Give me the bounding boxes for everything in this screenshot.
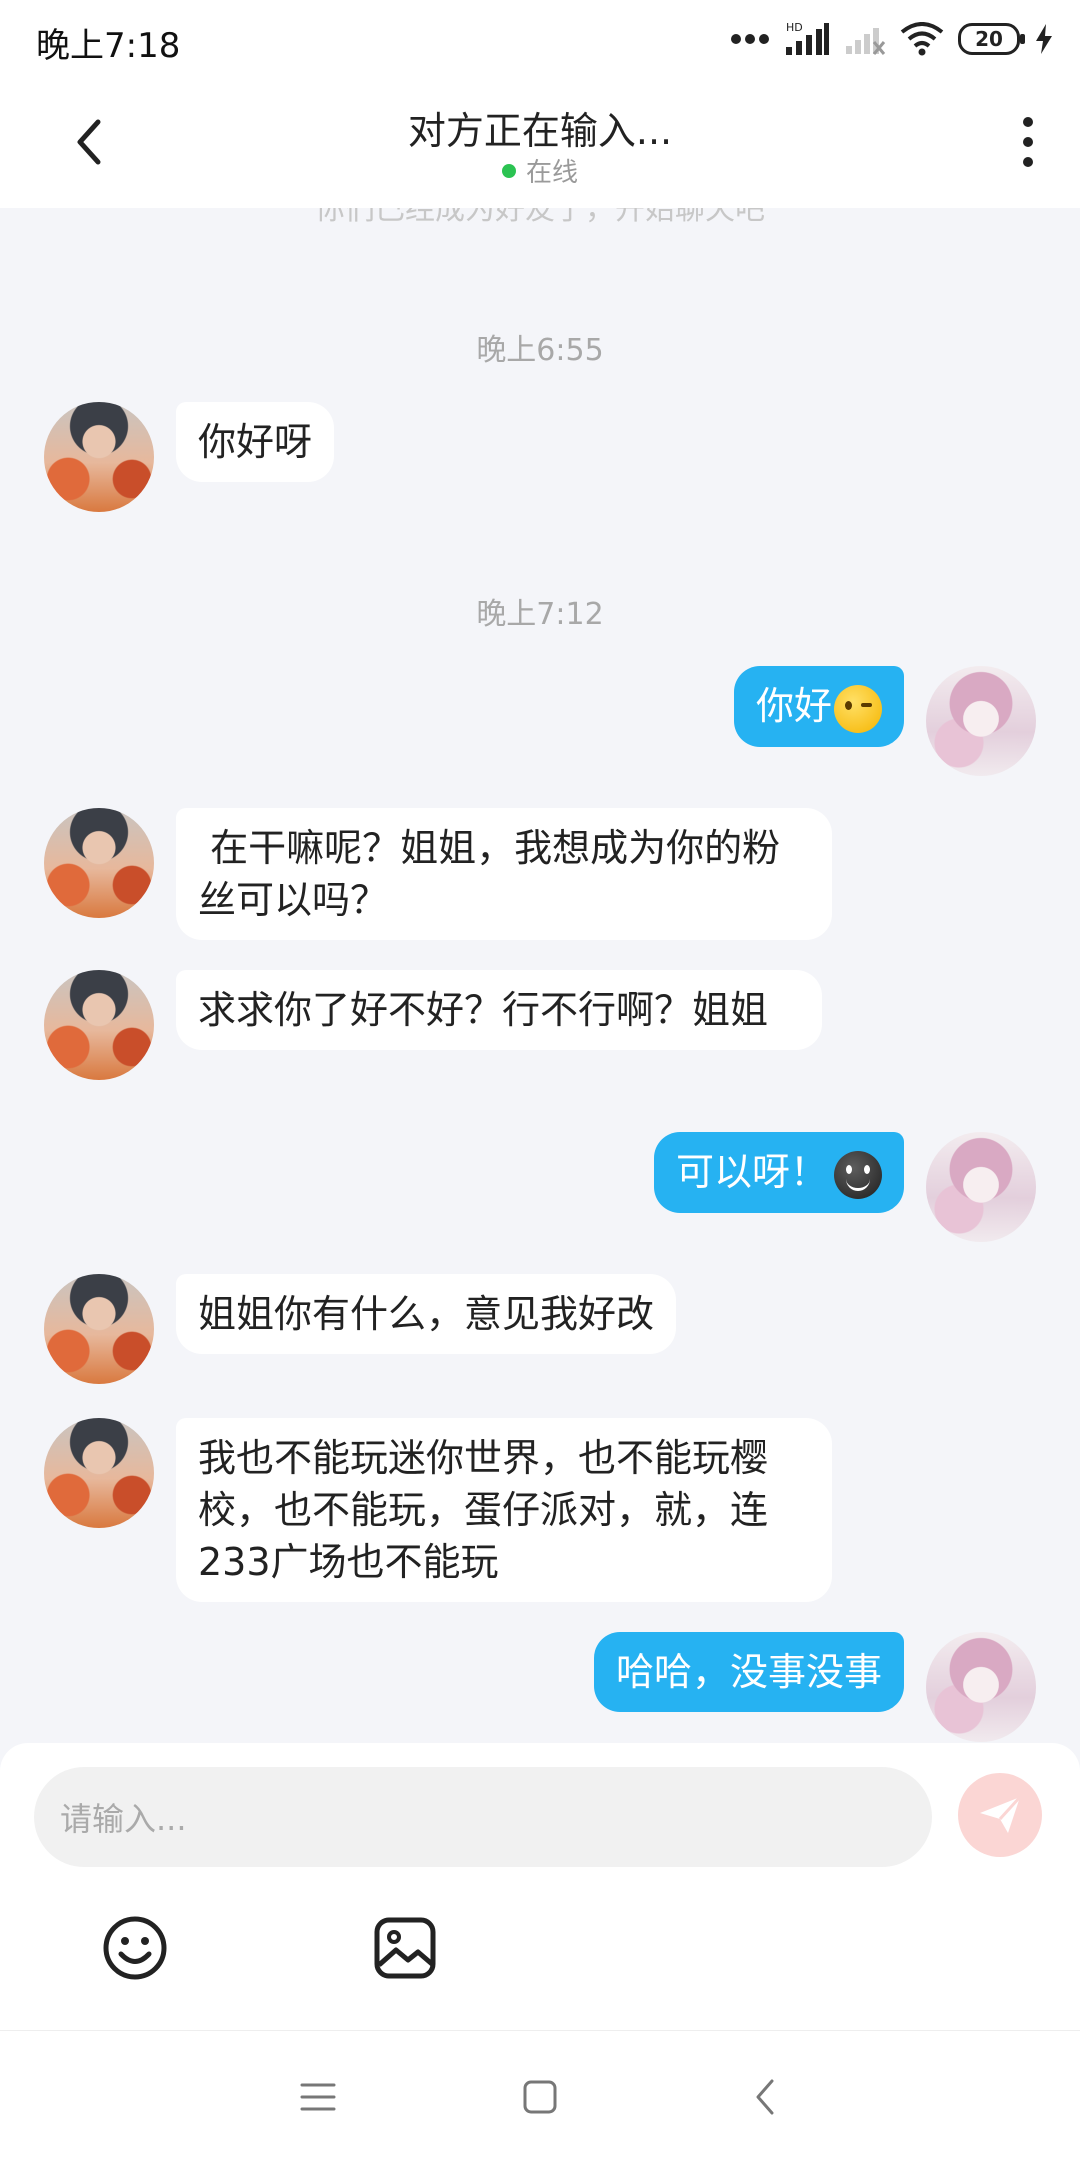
system-note: 你们已经成为好友了，开始聊天吧 bbox=[315, 208, 765, 227]
contact-avatar[interactable] bbox=[44, 1418, 154, 1528]
winking-face-emoji bbox=[834, 684, 882, 733]
message-input[interactable]: 请输入... bbox=[34, 1767, 932, 1867]
emoji-button[interactable] bbox=[100, 1913, 170, 1983]
nav-menu-button[interactable] bbox=[296, 2075, 340, 2119]
more-options-button[interactable] bbox=[998, 112, 1058, 172]
chat-header: 对方正在输入... 在线 bbox=[0, 78, 1080, 208]
chat-screen: 晚上7:18 HD 20 对方正在输入... 在线 你们已经成为好友了，开始聊天… bbox=[0, 0, 1080, 2160]
message-bubble-incoming[interactable]: 求求你了好不好？行不行啊？姐姐 bbox=[176, 970, 822, 1050]
svg-text:HD: HD bbox=[786, 21, 803, 34]
message-bubble-outgoing[interactable]: 你好 bbox=[733, 666, 904, 747]
signal-off-icon bbox=[846, 28, 886, 55]
my-avatar[interactable] bbox=[926, 1132, 1036, 1242]
emoji-icon bbox=[103, 1916, 167, 1980]
message-bubble-outgoing[interactable]: 可以呀！ bbox=[653, 1132, 904, 1213]
wifi-icon bbox=[900, 22, 944, 56]
dark-smiley-emoji bbox=[834, 1150, 882, 1199]
online-dot-icon bbox=[501, 163, 516, 178]
send-button[interactable] bbox=[958, 1773, 1042, 1857]
system-nav-bar bbox=[0, 2030, 1080, 2160]
status-bar: 晚上7:18 HD 20 bbox=[0, 0, 1080, 78]
charging-icon bbox=[1036, 24, 1052, 54]
message-list[interactable]: 你们已经成为好友了，开始聊天吧 晚上6:55 你好呀 晚上7:12 你好 在干嘛… bbox=[0, 208, 1080, 1743]
message-bubble-outgoing[interactable]: 哈哈，没事没事 bbox=[593, 1632, 904, 1712]
more-vertical-icon bbox=[1023, 117, 1033, 167]
paper-plane-icon bbox=[980, 1795, 1022, 1833]
time-separator: 晚上7:12 bbox=[476, 597, 604, 632]
message-bubble-incoming[interactable]: 你好呀 bbox=[176, 402, 335, 482]
contact-avatar[interactable] bbox=[44, 402, 154, 512]
page-title: 对方正在输入... bbox=[407, 109, 673, 153]
battery-level: 20 bbox=[975, 27, 1003, 51]
message-bubble-incoming[interactable]: 在干嘛呢？姐姐，我想成为你的粉丝可以吗？ bbox=[176, 808, 832, 940]
status-time: 晚上7:18 bbox=[36, 26, 181, 66]
message-composer: 请输入... bbox=[0, 1743, 1080, 2030]
menu-icon bbox=[300, 2083, 336, 2111]
message-bubble-incoming[interactable]: 姐姐你有什么，意见我好改 bbox=[176, 1274, 677, 1354]
online-status-label: 在线 bbox=[525, 158, 578, 188]
battery-icon: 20 bbox=[958, 23, 1025, 55]
nav-home-button[interactable] bbox=[518, 2075, 562, 2119]
nav-back-button[interactable] bbox=[744, 2075, 788, 2119]
my-avatar[interactable] bbox=[926, 666, 1036, 776]
image-button[interactable] bbox=[370, 1913, 440, 1983]
status-icons: HD 20 bbox=[730, 14, 1054, 64]
more-dots-icon bbox=[731, 34, 769, 44]
contact-avatar[interactable] bbox=[44, 970, 154, 1080]
contact-avatar[interactable] bbox=[44, 808, 154, 918]
message-text: 可以呀！ bbox=[675, 1150, 828, 1194]
my-avatar[interactable] bbox=[926, 1632, 1036, 1742]
message-text: 你好 bbox=[755, 684, 832, 728]
home-square-icon bbox=[523, 2080, 557, 2114]
message-bubble-incoming[interactable]: 我也不能玩迷你世界，也不能玩樱校，也不能玩，蛋仔派对，就，连233广场也不能玩 bbox=[176, 1418, 832, 1602]
contact-avatar[interactable] bbox=[44, 1274, 154, 1384]
time-separator: 晚上6:55 bbox=[476, 333, 604, 368]
image-icon bbox=[374, 1917, 436, 1979]
online-status: 在线 bbox=[0, 152, 1080, 189]
back-triangle-icon bbox=[756, 2079, 774, 2115]
signal-hd-icon: HD bbox=[786, 21, 829, 55]
